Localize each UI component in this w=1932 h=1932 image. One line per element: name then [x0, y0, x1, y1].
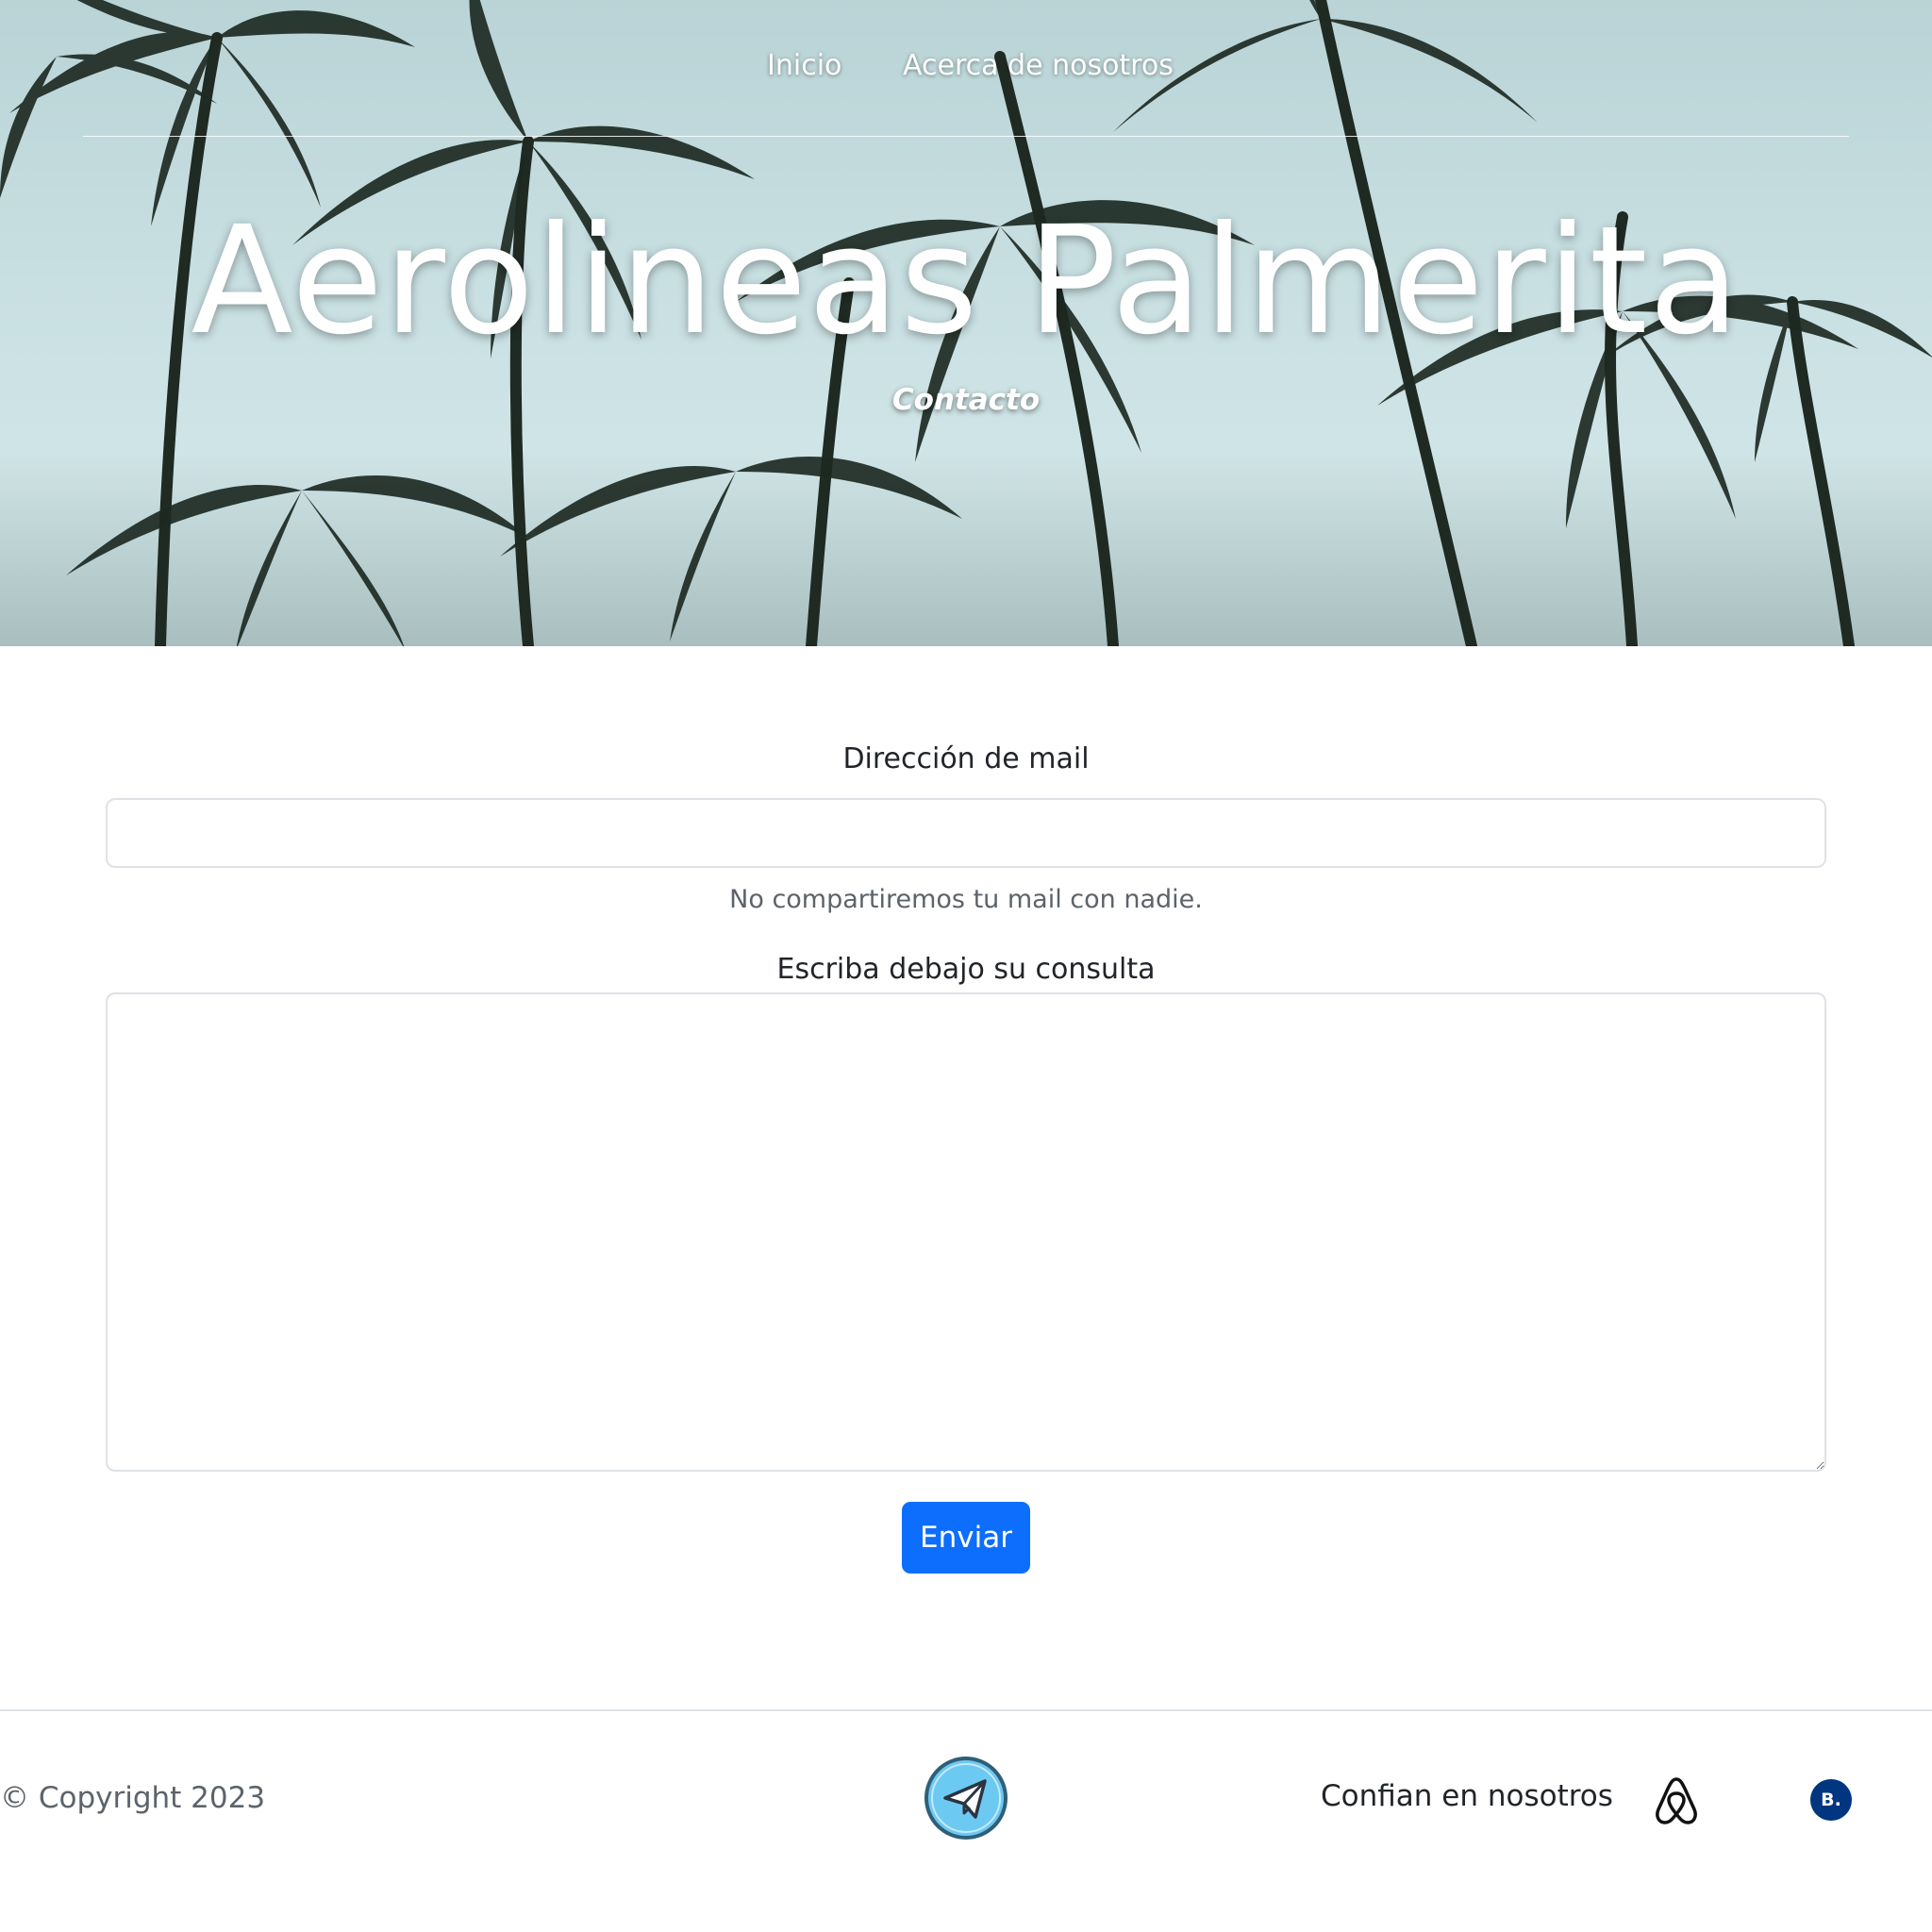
top-navigation: Inicio Acerca de nosotros — [0, 49, 1932, 87]
email-label: Dirección de mail — [842, 742, 1090, 775]
nav-link-inicio[interactable]: Inicio — [767, 49, 841, 82]
email-field[interactable] — [106, 798, 1826, 868]
submit-button[interactable]: Enviar — [902, 1502, 1030, 1574]
booking-icon[interactable]: B. — [1810, 1779, 1852, 1821]
query-label: Escriba debajo su consulta — [776, 953, 1156, 986]
paper-plane-icon[interactable] — [923, 1755, 1009, 1841]
page-title: Aerolineas Palmerita — [191, 194, 1741, 368]
page-subtitle: Contacto — [891, 383, 1041, 417]
footer-divider — [0, 1709, 1932, 1711]
email-help-text: No compartiremos tu mail con nadie. — [729, 885, 1203, 914]
nav-divider — [83, 136, 1849, 137]
query-textarea[interactable] — [106, 992, 1826, 1472]
copyright-text: © Copyright 2023 — [0, 1781, 266, 1815]
nav-link-acerca[interactable]: Acerca de nosotros — [903, 49, 1174, 82]
trust-label: Confian en nosotros — [1321, 1779, 1613, 1813]
airbnb-icon[interactable] — [1653, 1775, 1700, 1826]
hero-banner: Inicio Acerca de nosotros Aerolineas Pal… — [0, 0, 1932, 646]
